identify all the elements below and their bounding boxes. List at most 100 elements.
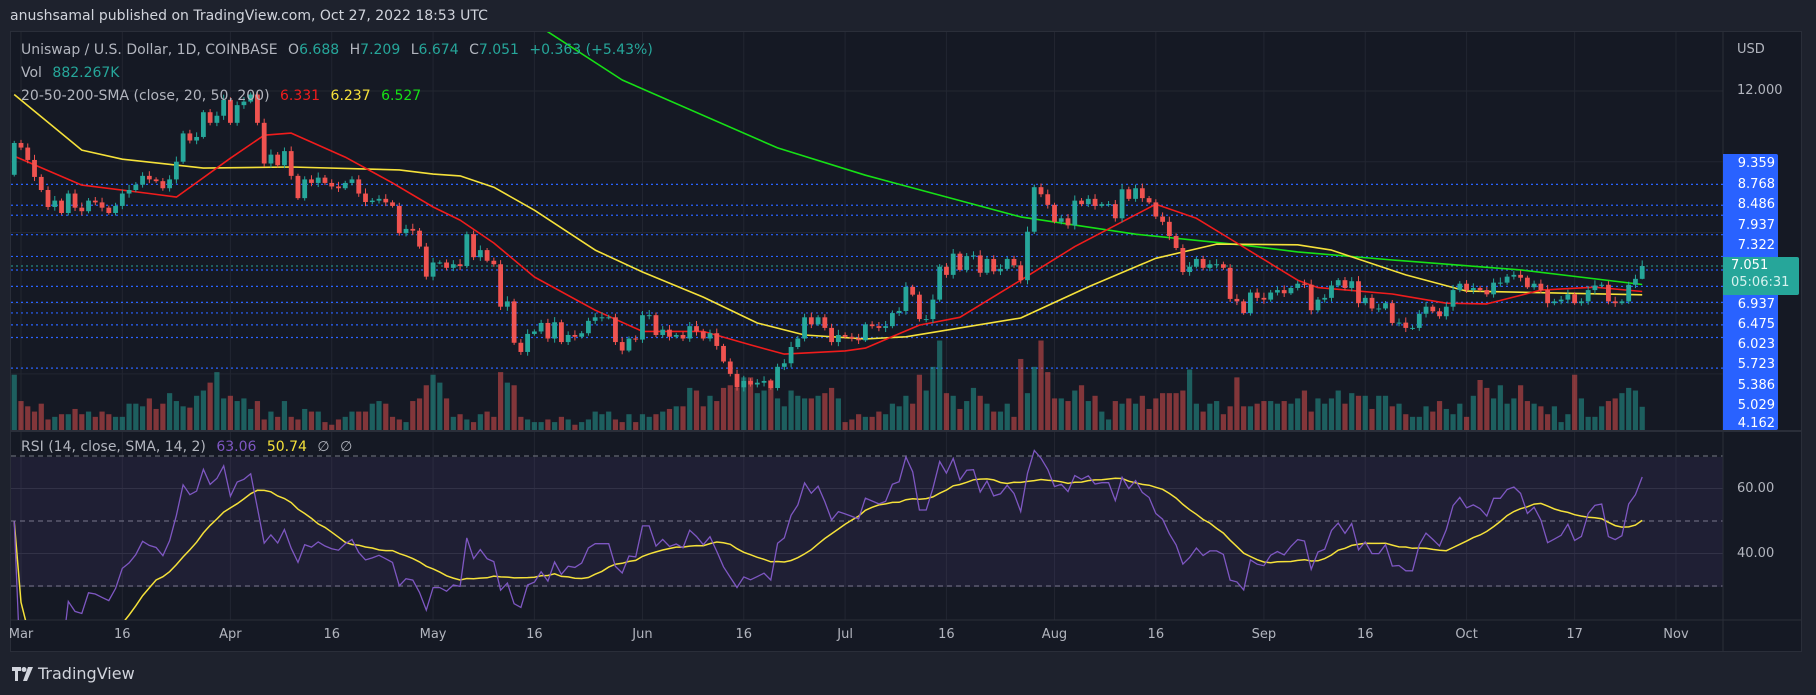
volume-bar <box>876 411 882 430</box>
volume-bar <box>1355 395 1362 430</box>
volume-bar <box>470 422 477 430</box>
candle-body <box>1166 221 1172 236</box>
candle-body <box>613 317 618 343</box>
volume-bar <box>700 406 706 430</box>
volume-bar <box>714 401 720 430</box>
volume-bar <box>1295 398 1301 430</box>
volume-bar <box>1585 416 1591 430</box>
candle-body <box>491 260 497 265</box>
candle-body <box>876 326 882 328</box>
volume-bar <box>234 401 240 430</box>
candle-body <box>707 333 713 339</box>
volume-bar <box>1146 408 1152 430</box>
volume-bar <box>207 382 213 430</box>
volume-bar <box>410 401 416 430</box>
volume-bar <box>1362 395 1368 430</box>
volume-bar <box>403 422 409 430</box>
volume-bar <box>984 403 990 430</box>
candle-body <box>788 347 794 364</box>
candle-body <box>862 324 868 341</box>
candle-body <box>795 338 801 348</box>
candle-body <box>356 179 362 194</box>
candle-body <box>984 258 990 273</box>
candle-body <box>261 122 267 164</box>
volume-bar <box>308 411 315 430</box>
volume-bar <box>261 419 267 430</box>
volume-bar <box>774 398 781 430</box>
volume-bar <box>268 411 274 430</box>
candle-body <box>1187 266 1193 273</box>
volume-bar <box>200 390 206 430</box>
volume-bar <box>1619 393 1625 430</box>
volume-bar <box>653 414 659 430</box>
ohlc-low: L6.674 <box>410 42 459 58</box>
candle-body <box>410 228 416 231</box>
volume-bar <box>1315 398 1321 430</box>
volume-bar <box>38 403 44 430</box>
volume-bar <box>822 393 828 430</box>
candle-body <box>525 333 531 352</box>
volume-bar <box>856 414 862 430</box>
volume-bar <box>910 403 916 430</box>
volume-bar <box>491 416 497 430</box>
candle-body <box>998 268 1003 272</box>
volume-bar <box>214 372 220 430</box>
tradingview-logo-icon <box>12 666 33 681</box>
candle-body <box>153 179 159 182</box>
candle-body <box>802 317 807 339</box>
volume-bar <box>18 401 24 430</box>
volume-bar <box>511 385 517 430</box>
volume-bar <box>1578 398 1585 430</box>
candle-body <box>1389 303 1395 323</box>
sma-label[interactable]: 20-50-200-SMA (close, 20, 50, 200) <box>21 88 270 104</box>
candle-body <box>1139 188 1145 199</box>
candles <box>11 91 1645 392</box>
volume-bar <box>680 406 686 430</box>
volume-bar <box>1376 395 1382 430</box>
candle-body <box>1396 322 1402 324</box>
candle-body <box>403 228 409 234</box>
time-tick-label: Jul <box>837 627 853 642</box>
candle-body <box>1626 284 1632 302</box>
candle-body <box>842 334 848 337</box>
volume-label[interactable]: Vol <box>21 65 42 81</box>
volume-bar <box>1463 416 1470 430</box>
rsi-tick-label: 60.00 <box>1737 481 1775 496</box>
volume-bar <box>525 419 531 430</box>
currency-label[interactable]: USD <box>1737 42 1765 57</box>
volume-bar <box>1166 393 1172 430</box>
symbol-title[interactable]: Uniswap / U.S. Dollar, 1D, COINBASE <box>21 42 278 58</box>
volume-bar <box>997 411 1004 430</box>
candle-body <box>734 373 740 388</box>
candle-body <box>930 299 936 320</box>
chart-canvas[interactable] <box>0 0 1816 695</box>
candle-body <box>1072 200 1078 226</box>
candle-body <box>86 200 91 212</box>
time-tick-label: 16 <box>114 627 131 642</box>
volume-bar <box>869 416 875 430</box>
volume-bar <box>1187 369 1193 430</box>
candle-body <box>113 205 118 213</box>
rsi-label[interactable]: RSI (14, close, SMA, 14, 2) <box>21 439 206 455</box>
candle-body <box>1227 267 1233 299</box>
bar-countdown: 05:06:31 <box>1731 275 1790 290</box>
price-tick-label: 12.000 <box>1737 83 1783 98</box>
volume-bar <box>970 387 977 430</box>
volume-bar <box>1051 398 1058 430</box>
volume-bar <box>1247 406 1254 430</box>
volume-bar <box>727 385 733 430</box>
volume-bar <box>423 385 429 430</box>
volume-bar <box>335 419 342 430</box>
tradingview-logo[interactable]: TradingView <box>12 664 135 683</box>
candle-body <box>599 317 605 319</box>
volume-bar <box>1078 385 1085 430</box>
volume-bar <box>1132 403 1139 430</box>
volume-bar <box>430 374 436 430</box>
candle-body <box>835 334 841 343</box>
time-tick-label: Jun <box>632 627 653 642</box>
volume-bar <box>362 411 369 430</box>
candle-body <box>295 175 301 199</box>
candle-body <box>329 182 335 187</box>
volume-bar <box>369 403 375 430</box>
volume-bar <box>25 406 31 430</box>
